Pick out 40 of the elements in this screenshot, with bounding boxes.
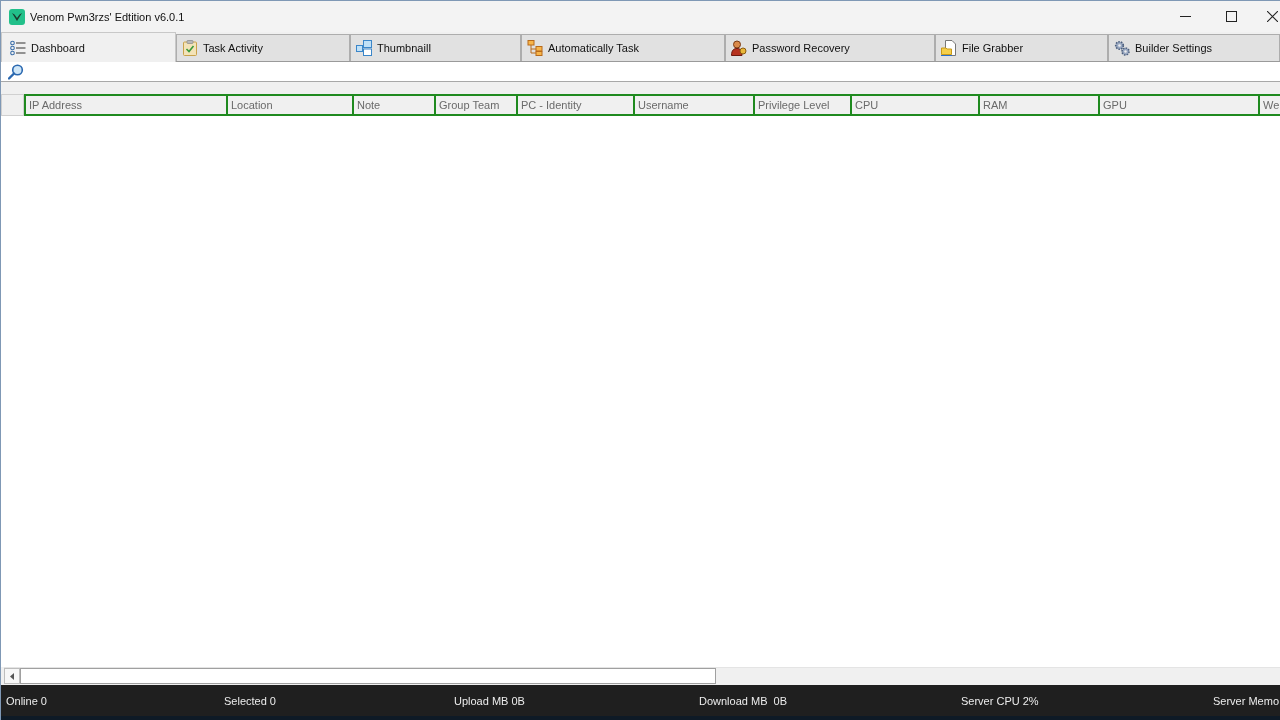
status-text: Server Memo <box>1213 694 1280 707</box>
tab[interactable]: Task Activity <box>176 34 350 61</box>
column-header[interactable]: Note <box>352 94 434 116</box>
column-header[interactable]: GPU <box>1098 94 1258 116</box>
column-header[interactable]: PC - Identity <box>516 94 633 116</box>
status-text: Download MB 0B <box>699 694 789 707</box>
status-text: Upload MB 0B <box>454 694 526 707</box>
document-icon <box>941 40 957 56</box>
column-header[interactable]: Location <box>226 94 352 116</box>
app-logo-icon <box>9 8 25 25</box>
tab[interactable]: Dashboard <box>1 32 176 62</box>
column-header[interactable]: Username <box>633 94 753 116</box>
column-header[interactable]: Privilege Level <box>753 94 850 116</box>
tab[interactable]: Builder Settings <box>1108 34 1280 61</box>
column-header[interactable]: Group Team <box>434 94 516 116</box>
scrollbar-thumb[interactable] <box>20 668 716 684</box>
status-text: Server CPU 2% <box>961 694 1040 707</box>
tab[interactable]: ThumbnailI <box>350 34 521 61</box>
scroll-left-button[interactable] <box>4 668 20 684</box>
user-icon <box>731 40 747 56</box>
tab[interactable]: Automatically Task <box>521 34 725 61</box>
tab[interactable]: Password Recovery <box>725 34 935 61</box>
minimize-icon <box>1179 16 1191 17</box>
column-header[interactable]: We <box>1258 94 1280 116</box>
close-icon <box>1267 11 1278 22</box>
clipboard-icon <box>182 40 198 56</box>
column-header[interactable]: CPU <box>850 94 978 116</box>
left-arrow-icon <box>10 672 14 680</box>
column-header[interactable]: RAM <box>978 94 1098 116</box>
window-title: Venom Pwn3rzs' Edtition v6.0.1 <box>30 10 185 23</box>
hierarchy-icon <box>527 40 543 56</box>
column-header[interactable]: IP Address <box>24 94 226 116</box>
list-icon <box>10 39 26 56</box>
status-text: Online 0 <box>6 694 48 707</box>
gears-icon <box>1114 40 1130 56</box>
status-text: Selected 0 <box>224 694 277 707</box>
tab[interactable]: File Grabber <box>935 34 1108 61</box>
maximize-icon <box>1225 11 1237 22</box>
search-icon[interactable] <box>8 63 24 80</box>
tiles-icon <box>356 40 372 56</box>
